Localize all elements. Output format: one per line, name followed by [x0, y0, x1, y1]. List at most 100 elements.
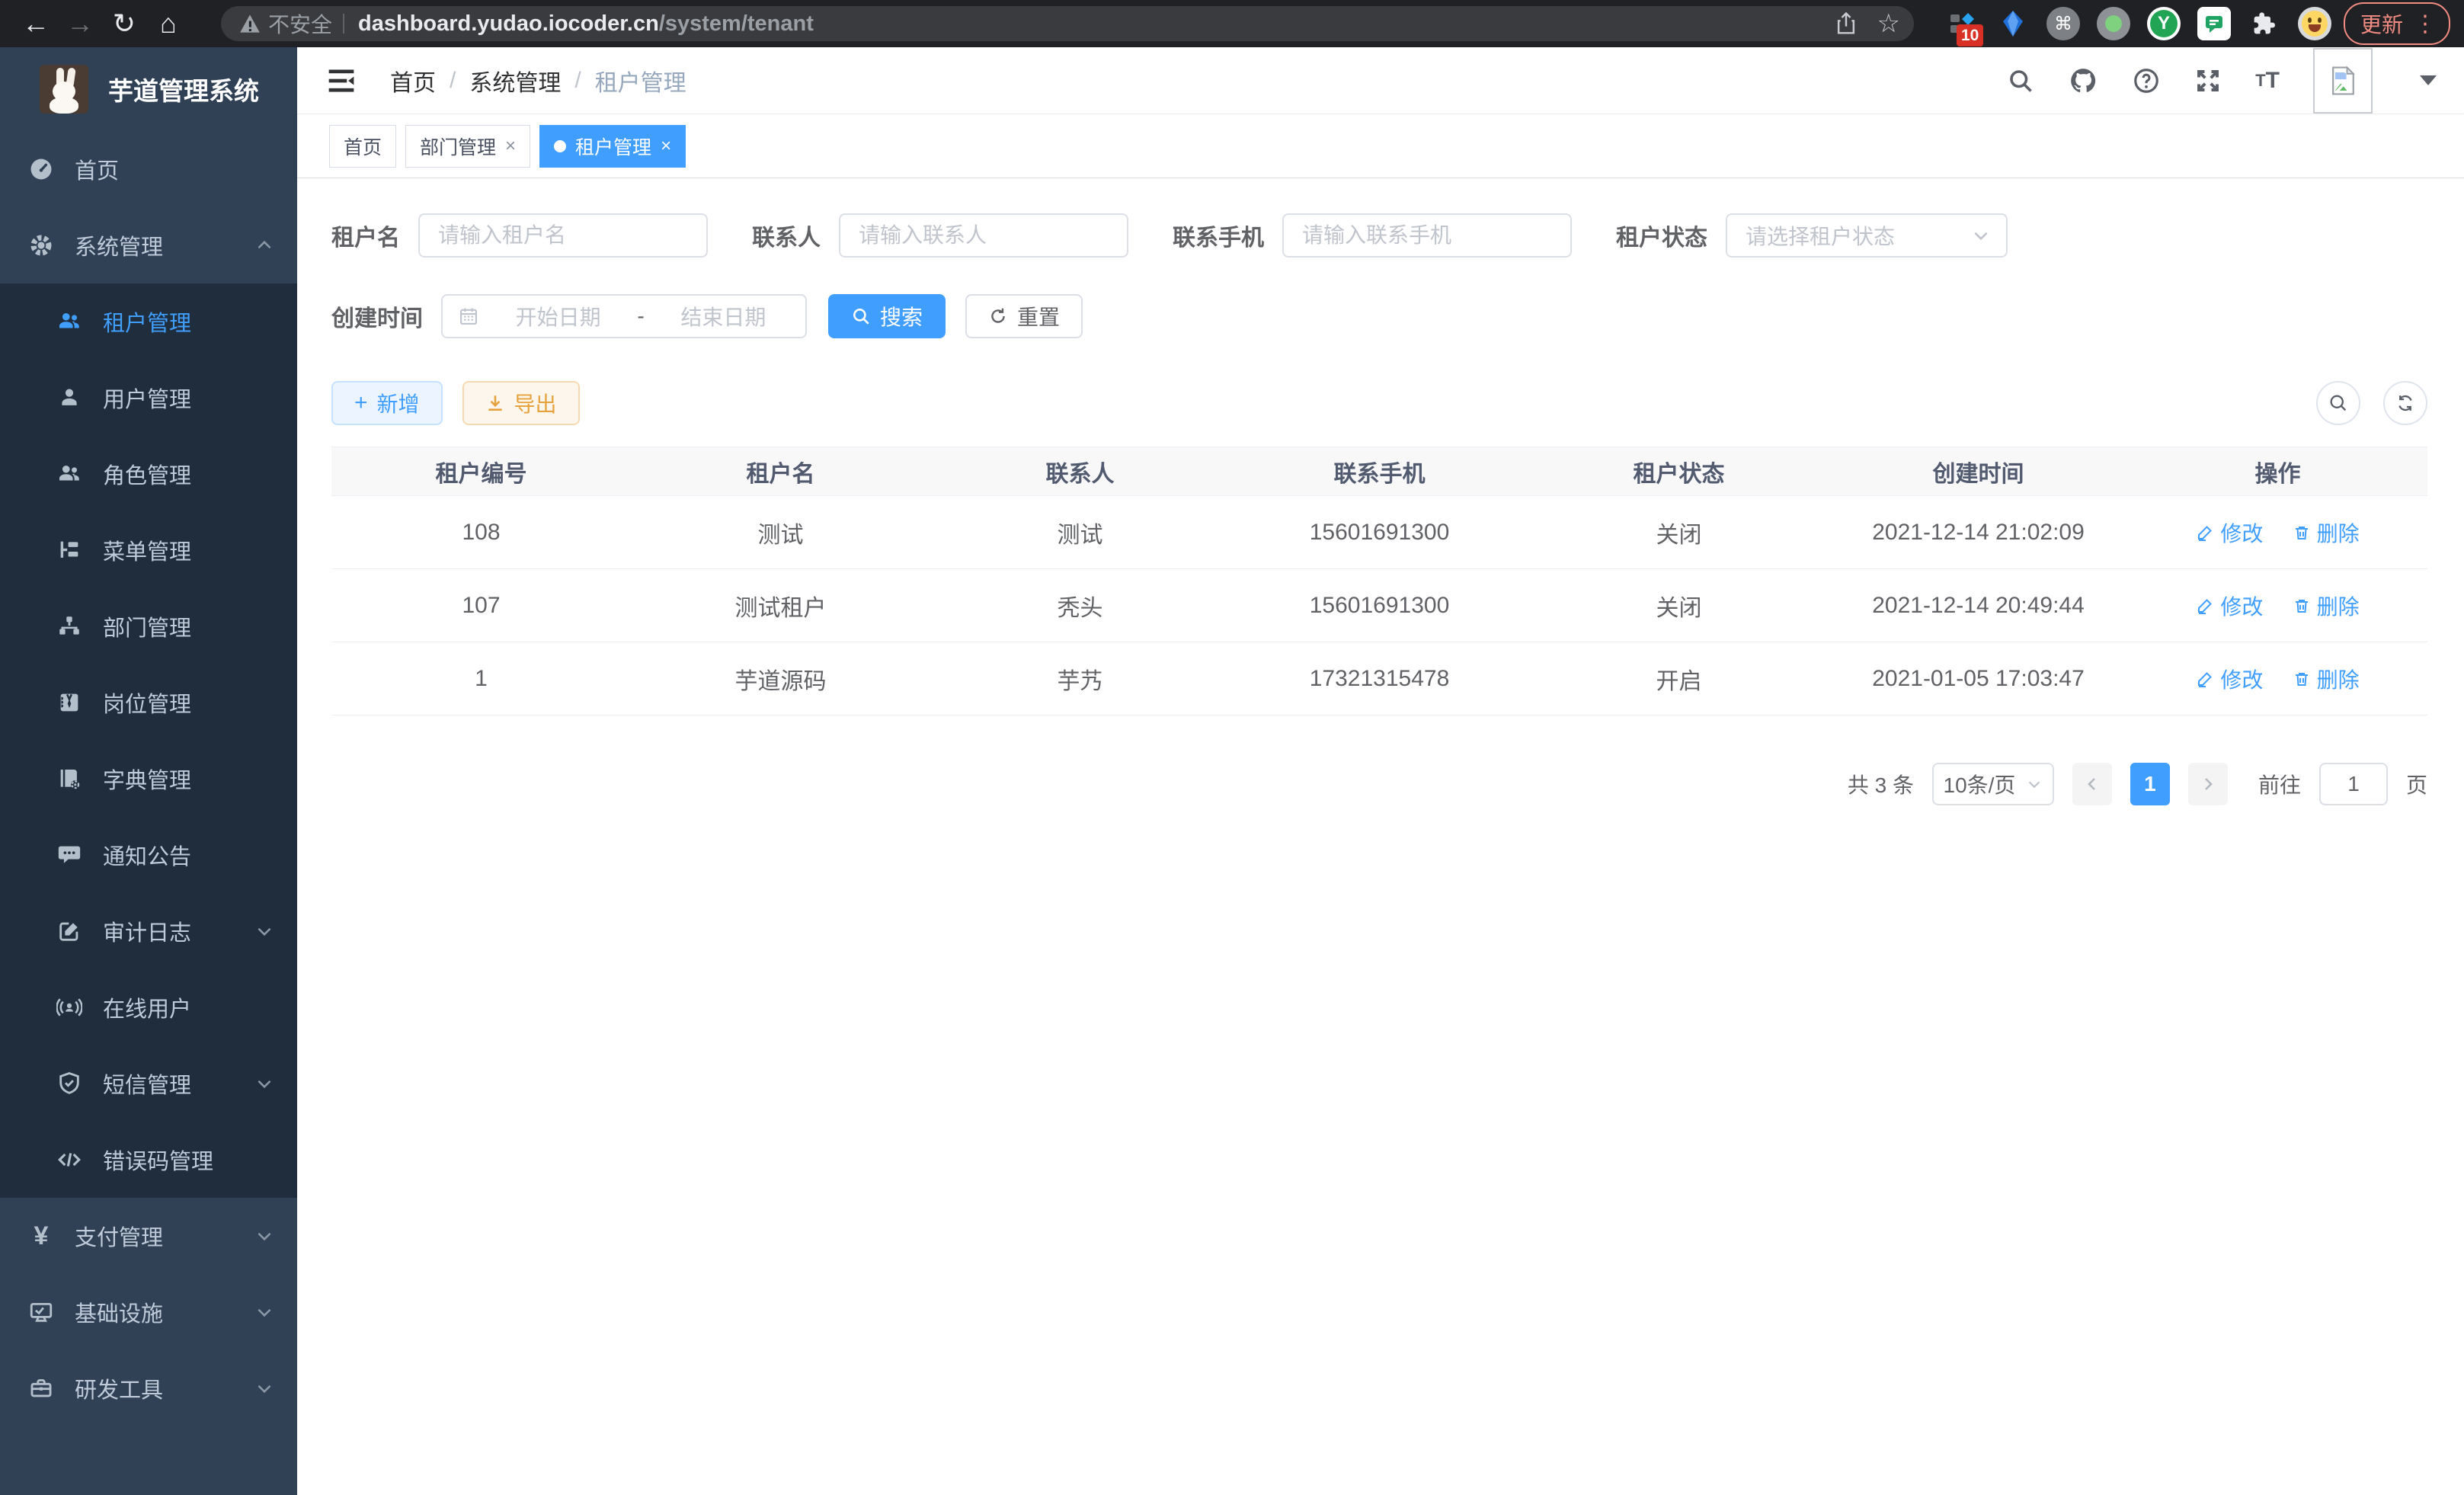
- goto-page-input[interactable]: [2319, 763, 2388, 805]
- font-size-icon[interactable]: TT: [2255, 68, 2280, 94]
- app-logo: [40, 65, 88, 114]
- tenant-name-input[interactable]: [418, 213, 708, 258]
- show-search-toggle-button[interactable]: [2316, 381, 2360, 425]
- sidebar-item-devtools[interactable]: 研发工具: [0, 1350, 297, 1426]
- status-select[interactable]: 请选择租户状态: [1726, 213, 2008, 258]
- share-icon[interactable]: [1835, 11, 1858, 36]
- sidebar-item-menu[interactable]: 菜单管理: [0, 512, 297, 588]
- sidebar-item-post[interactable]: 岗位管理: [0, 664, 297, 741]
- browser-home-button[interactable]: ⌂: [146, 5, 190, 42]
- extension-command-icon[interactable]: ⌘: [2046, 7, 2080, 40]
- menu-tree-icon: [56, 536, 83, 564]
- breadcrumb-home[interactable]: 首页: [390, 64, 436, 98]
- refresh-table-button[interactable]: [2383, 381, 2427, 425]
- edit-link[interactable]: 修改: [2196, 664, 2263, 694]
- edit-square-icon: [56, 917, 83, 945]
- breadcrumb: 首页 / 系统管理 / 租户管理: [390, 64, 686, 98]
- search-icon[interactable]: [2007, 67, 2034, 94]
- page-size-select[interactable]: 10条/页: [1932, 763, 2054, 805]
- date-separator: -: [637, 304, 644, 328]
- fullscreen-icon[interactable]: [2194, 67, 2222, 94]
- tags-view-bar: 首页 部门管理 × 租户管理 ×: [297, 114, 2464, 178]
- chevron-down-icon: [254, 1074, 274, 1093]
- prev-page-button[interactable]: [2072, 763, 2112, 805]
- col-phone: 联系手机: [1230, 447, 1529, 496]
- breadcrumb-separator: /: [450, 68, 456, 94]
- extension-tabs-icon[interactable]: 10: [1946, 7, 1979, 40]
- col-tenant-id: 租户编号: [331, 447, 631, 496]
- sidebar-item-role[interactable]: 角色管理: [0, 436, 297, 512]
- security-warning-icon[interactable]: [239, 14, 261, 34]
- help-icon[interactable]: [2132, 66, 2161, 95]
- table-row: 1 芋道源码 芋艿 17321315478 开启 2021-01-05 17:0…: [331, 642, 2427, 715]
- search-icon: [2328, 392, 2349, 414]
- browser-menu-icon[interactable]: ⋮: [2414, 11, 2437, 37]
- tab-dept[interactable]: 部门管理 ×: [405, 125, 530, 168]
- col-created: 创建时间: [1829, 447, 2128, 496]
- add-button[interactable]: + 新增: [331, 381, 443, 425]
- sidebar-item-home[interactable]: 首页: [0, 131, 297, 207]
- extensions-puzzle-icon[interactable]: [2248, 7, 2281, 40]
- breadcrumb-separator: /: [574, 68, 581, 94]
- browser-forward-button[interactable]: →: [58, 5, 102, 42]
- sidebar-item-sms[interactable]: 短信管理: [0, 1045, 297, 1122]
- close-icon[interactable]: ×: [505, 136, 516, 157]
- delete-link[interactable]: 删除: [2293, 591, 2360, 621]
- breadcrumb-current: 租户管理: [595, 64, 686, 98]
- security-label[interactable]: 不安全: [268, 8, 332, 39]
- sidebar-item-notice[interactable]: 通知公告: [0, 817, 297, 893]
- url-path[interactable]: /system/tenant: [659, 11, 814, 37]
- page-number-1[interactable]: 1: [2130, 763, 2170, 805]
- sidebar-item-audit-log[interactable]: 审计日志: [0, 893, 297, 969]
- sidebar-item-online-users[interactable]: 在线用户: [0, 969, 297, 1045]
- contact-input[interactable]: [839, 213, 1128, 258]
- address-bar[interactable]: 不安全 dashboard.yudao.iocoder.cn /system/t…: [221, 6, 1914, 41]
- browser-reload-button[interactable]: ↻: [102, 5, 146, 42]
- extension-gem-icon[interactable]: [1996, 7, 2030, 40]
- reset-button[interactable]: 重置: [965, 294, 1083, 338]
- search-button[interactable]: 搜索: [828, 294, 946, 338]
- sidebar-item-dept[interactable]: 部门管理: [0, 588, 297, 664]
- bookmark-star-icon[interactable]: ☆: [1877, 8, 1900, 39]
- extension-dot-icon[interactable]: [2097, 7, 2130, 40]
- extension-y-icon[interactable]: Y: [2147, 7, 2181, 40]
- start-date-placeholder[interactable]: 开始日期: [491, 301, 625, 331]
- omnibox-divider: [343, 14, 344, 34]
- sidebar-item-user[interactable]: 用户管理: [0, 360, 297, 436]
- sidebar-item-errorcode[interactable]: 错误码管理: [0, 1122, 297, 1198]
- edit-link[interactable]: 修改: [2196, 591, 2263, 621]
- profile-avatar-icon[interactable]: [2298, 7, 2331, 40]
- sidebar-item-dict[interactable]: 字典管理: [0, 741, 297, 817]
- end-date-placeholder[interactable]: 结束日期: [657, 301, 790, 331]
- edit-link[interactable]: 修改: [2196, 517, 2263, 548]
- tenant-table: 租户编号 租户名 联系人 联系手机 租户状态 创建时间 操作 108 测试 测试: [331, 447, 2427, 715]
- next-page-button[interactable]: [2188, 763, 2228, 805]
- browser-update-button[interactable]: 更新 ⋮: [2344, 2, 2450, 45]
- breadcrumb-system[interactable]: 系统管理: [469, 64, 561, 98]
- avatar-dropdown-caret[interactable]: [2420, 75, 2437, 85]
- phone-label: 联系手机: [1173, 219, 1264, 252]
- monitor-icon: [27, 1298, 55, 1326]
- chevron-down-icon: [254, 921, 274, 941]
- url-domain[interactable]: dashboard.yudao.iocoder.cn: [358, 11, 659, 37]
- export-button[interactable]: 导出: [462, 381, 580, 425]
- close-icon[interactable]: ×: [661, 136, 671, 157]
- sidebar-item-pay[interactable]: ¥ 支付管理: [0, 1198, 297, 1274]
- sidebar-item-infra[interactable]: 基础设施: [0, 1274, 297, 1350]
- delete-link[interactable]: 删除: [2293, 517, 2360, 548]
- github-icon[interactable]: [2068, 66, 2098, 96]
- extension-chat-icon[interactable]: [2197, 7, 2231, 40]
- tab-home[interactable]: 首页: [329, 125, 396, 168]
- extensions-row: 10 ⌘ Y: [1946, 7, 2331, 40]
- sidebar-collapse-icon[interactable]: [325, 64, 358, 98]
- sidebar-item-system[interactable]: 系统管理: [0, 207, 297, 283]
- tab-tenant[interactable]: 租户管理 ×: [539, 125, 686, 168]
- chevron-down-icon: [254, 1226, 274, 1246]
- browser-back-button[interactable]: ←: [14, 5, 58, 42]
- phone-input[interactable]: [1282, 213, 1572, 258]
- sidebar-item-tenant[interactable]: 租户管理: [0, 283, 297, 360]
- extension-badge: 10: [1957, 24, 1983, 46]
- date-range-input[interactable]: 开始日期 - 结束日期: [441, 294, 807, 338]
- delete-link[interactable]: 删除: [2293, 664, 2360, 694]
- user-avatar[interactable]: [2313, 48, 2373, 114]
